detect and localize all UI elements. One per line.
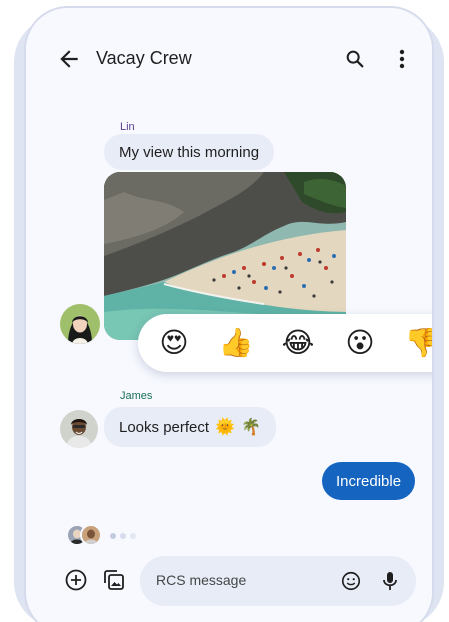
typing-dot-1 xyxy=(110,533,116,539)
emoji-button[interactable] xyxy=(340,570,362,592)
voice-input-button[interactable] xyxy=(380,570,400,592)
message-text-lin: My view this morning xyxy=(119,143,260,161)
message-bubble-lin[interactable]: My view this morning xyxy=(104,134,275,170)
reaction-picker: 😍 👍 😂 😮 👎 xyxy=(138,314,432,372)
message-bubble-james[interactable]: Looks perfect 🌞 🌴 xyxy=(104,407,276,447)
phone-frame: Vacay Crew Lin My view this morning 😍 👍 … xyxy=(24,6,434,622)
gallery-button[interactable] xyxy=(102,568,126,592)
add-attachment-button[interactable] xyxy=(64,568,88,592)
reaction-heart-eyes[interactable]: 😍 xyxy=(152,322,196,364)
avatar-james[interactable] xyxy=(60,410,98,448)
lin-avatar-image xyxy=(60,304,100,344)
add-circle-icon xyxy=(65,569,87,591)
message-text-outgoing: Incredible xyxy=(336,472,402,490)
reaction-laughing[interactable]: 😂 xyxy=(276,322,320,364)
message-input-placeholder: RCS message xyxy=(156,572,247,588)
palm-tree-emoji: 🌴 xyxy=(240,419,261,436)
gallery-icon xyxy=(104,570,124,590)
conversation-title: Vacay Crew xyxy=(96,48,192,68)
app-bar: Vacay Crew xyxy=(26,8,432,108)
mic-icon xyxy=(383,572,397,590)
avatar-lin[interactable] xyxy=(60,304,100,344)
sun-emoji: 🌞 xyxy=(215,419,235,436)
back-arrow-icon xyxy=(60,50,78,68)
search-icon xyxy=(346,50,364,68)
typing-indicator xyxy=(66,520,156,550)
search-button[interactable] xyxy=(344,48,366,70)
sender-name-james: James xyxy=(120,390,153,402)
reaction-thumbs-up[interactable]: 👍 xyxy=(214,322,258,364)
message-text-james: Looks perfect xyxy=(119,418,210,436)
emoji-icon xyxy=(341,571,361,591)
typing-avatar-james xyxy=(80,524,102,546)
reaction-surprised[interactable]: 😮 xyxy=(338,322,382,364)
message-bubble-outgoing[interactable]: Incredible xyxy=(322,462,416,500)
more-options-button[interactable] xyxy=(394,48,410,70)
james-avatar-image xyxy=(60,410,98,448)
message-input[interactable]: RCS message xyxy=(140,556,416,606)
reaction-thumbs-down[interactable]: 👎 xyxy=(400,322,432,364)
sender-name-lin: Lin xyxy=(120,121,135,133)
typing-dot-2 xyxy=(120,533,126,539)
more-vert-icon xyxy=(399,49,405,69)
back-button[interactable] xyxy=(56,46,82,72)
typing-dot-3 xyxy=(130,533,136,539)
